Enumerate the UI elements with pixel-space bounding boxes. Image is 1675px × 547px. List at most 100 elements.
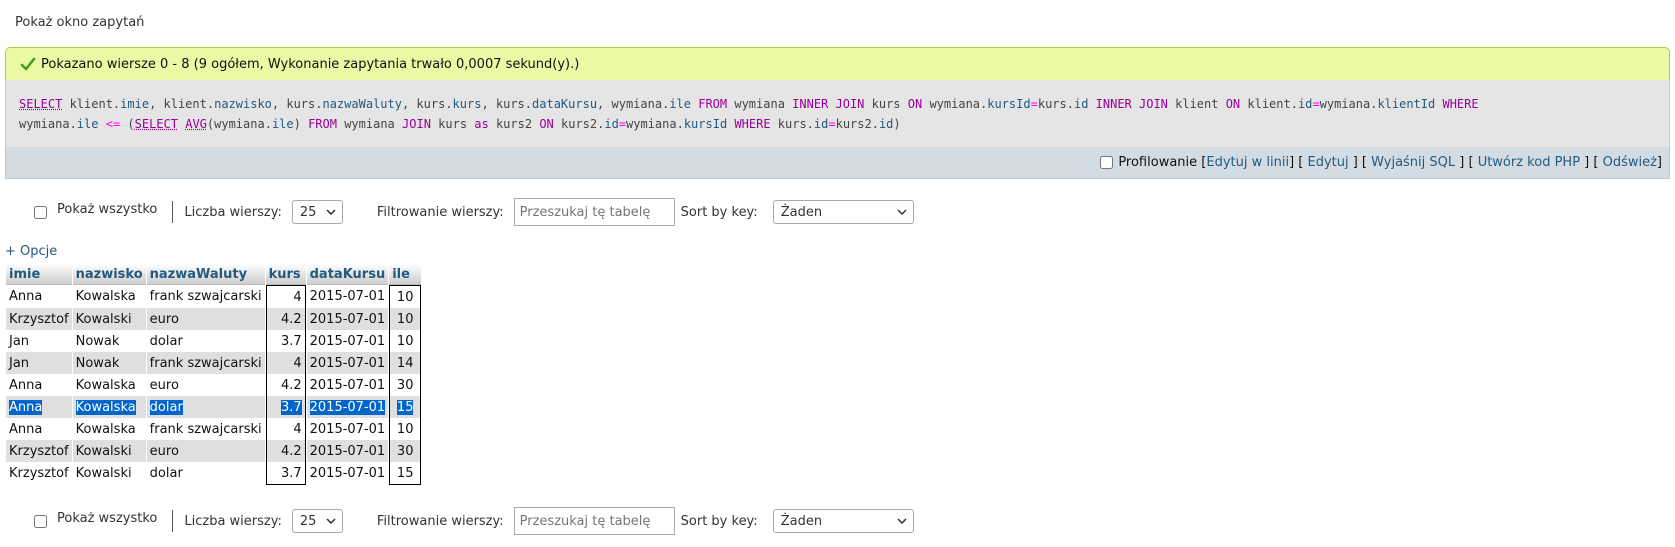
table-cell-nazwisko[interactable]: Kowalski: [72, 440, 146, 462]
options-link[interactable]: + Opcje: [5, 244, 57, 259]
table-row[interactable]: Krzysztof Kowalski dolar 3.7 2015-07-01 15: [6, 462, 422, 485]
explain-sql-link[interactable]: Wyjaśnij SQL: [1371, 155, 1455, 170]
table-cell-kurs[interactable]: 4.2: [265, 308, 306, 330]
column-header-datakursu[interactable]: dataKursu: [306, 264, 389, 285]
table-cell-ile[interactable]: 15: [389, 462, 422, 485]
table-cell-nazwawaluty[interactable]: euro: [146, 440, 265, 462]
table-cell-nazwisko[interactable]: Nowak: [72, 352, 146, 374]
filter-rows-input[interactable]: [513, 198, 675, 226]
rows-count-label: Liczba wierszy:: [184, 513, 282, 529]
table-cell-nazwawaluty[interactable]: euro: [146, 374, 265, 396]
table-cell-datakursu[interactable]: 2015-07-01: [306, 308, 389, 330]
table-cell-kurs[interactable]: 3.7: [265, 396, 306, 418]
show-all-checkbox[interactable]: [34, 205, 47, 219]
table-cell-nazwisko[interactable]: Kowalski: [72, 308, 146, 330]
table-cell-ile[interactable]: 10: [389, 330, 422, 352]
results-table: imie nazwisko nazwaWaluty kurs dataKursu…: [5, 264, 422, 485]
table-cell-ile[interactable]: 10: [389, 285, 422, 308]
create-php-code-link[interactable]: Utwórz kod PHP: [1478, 155, 1580, 170]
table-cell-datakursu[interactable]: 2015-07-01: [306, 440, 389, 462]
sort-by-key-label: Sort by key:: [680, 204, 758, 220]
profiling-checkbox[interactable]: [1100, 156, 1114, 169]
refresh-link[interactable]: Odśwież: [1603, 155, 1657, 170]
show-query-window-link[interactable]: Pokaż okno zapytań: [15, 15, 144, 30]
table-cell-datakursu[interactable]: 2015-07-01: [306, 352, 389, 374]
table-row[interactable]: Krzysztof Kowalski euro 4.2 2015-07-01 30: [6, 440, 422, 462]
column-header-imie[interactable]: imie: [6, 264, 72, 285]
rows-count-label: Liczba wierszy:: [184, 204, 282, 220]
sql-toolbar: Profilowanie [Edytuj w linii] [ Edytuj ]…: [5, 147, 1670, 179]
table-row[interactable]: Jan Nowak frank szwajcarski 4 2015-07-01 14: [6, 352, 422, 374]
table-cell-imie[interactable]: Krzysztof: [6, 440, 72, 462]
table-cell-imie[interactable]: Anna: [6, 374, 72, 396]
table-cell-datakursu[interactable]: 2015-07-01: [306, 462, 389, 485]
table-cell-nazwisko[interactable]: Kowalski: [72, 462, 146, 485]
table-cell-nazwisko[interactable]: Nowak: [72, 330, 146, 352]
table-cell-ile[interactable]: 15: [389, 396, 422, 418]
table-cell-kurs[interactable]: 3.7: [265, 462, 306, 485]
table-cell-ile[interactable]: 14: [389, 352, 422, 374]
column-header-nazwawaluty[interactable]: nazwaWaluty: [146, 264, 265, 285]
filter-rows-label: Filtrowanie wierszy:: [376, 204, 504, 220]
table-cell-nazwisko[interactable]: Kowalska: [72, 285, 146, 308]
table-row[interactable]: Jan Nowak dolar 3.7 2015-07-01 10: [6, 330, 422, 352]
sort-by-key-select[interactable]: Żaden: [772, 200, 914, 224]
table-cell-kurs[interactable]: 4: [265, 418, 306, 440]
table-cell-kurs[interactable]: 4: [265, 285, 306, 308]
navigation-bar-bottom: Pokaż wszystko Liczba wierszy: 25 Filtro…: [30, 506, 914, 536]
column-header-kurs[interactable]: kurs: [265, 264, 306, 285]
table-row[interactable]: Anna Kowalska dolar 3.7 2015-07-01 15: [6, 396, 422, 418]
table-cell-datakursu[interactable]: 2015-07-01: [306, 418, 389, 440]
table-cell-nazwawaluty[interactable]: frank szwajcarski: [146, 352, 265, 374]
table-cell-nazwawaluty[interactable]: frank szwajcarski: [146, 418, 265, 440]
show-all-label: Pokaż wszystko: [57, 510, 158, 526]
column-header-ile[interactable]: ile: [389, 264, 422, 285]
edit-inline-link[interactable]: Edytuj w linii: [1206, 155, 1289, 170]
table-cell-imie[interactable]: Krzysztof: [6, 462, 72, 485]
table-cell-imie[interactable]: Anna: [6, 396, 72, 418]
table-cell-kurs[interactable]: 4: [265, 352, 306, 374]
column-header-nazwisko[interactable]: nazwisko: [72, 264, 146, 285]
table-cell-ile[interactable]: 30: [389, 374, 422, 396]
edit-link[interactable]: Edytuj: [1307, 155, 1348, 170]
table-cell-kurs[interactable]: 3.7: [265, 330, 306, 352]
table-cell-ile[interactable]: 30: [389, 440, 422, 462]
table-cell-ile[interactable]: 10: [389, 418, 422, 440]
table-cell-nazwisko[interactable]: Kowalska: [72, 396, 146, 418]
table-cell-imie[interactable]: Jan: [6, 352, 72, 374]
chevron-down-icon: [897, 518, 907, 524]
table-header-row: imie nazwisko nazwaWaluty kurs dataKursu…: [6, 264, 422, 285]
filter-rows-label: Filtrowanie wierszy:: [376, 513, 504, 529]
rows-count-select[interactable]: 25: [291, 509, 343, 533]
show-all-checkbox[interactable]: [34, 514, 47, 528]
table-cell-nazwawaluty[interactable]: euro: [146, 308, 265, 330]
success-message-bar: Pokazano wiersze 0 - 8 (9 ogółem, Wykona…: [5, 47, 1670, 80]
table-cell-datakursu[interactable]: 2015-07-01: [306, 285, 389, 308]
table-cell-imie[interactable]: Krzysztof: [6, 308, 72, 330]
table-cell-datakursu[interactable]: 2015-07-01: [306, 374, 389, 396]
table-cell-datakursu[interactable]: 2015-07-01: [306, 330, 389, 352]
table-cell-nazwisko[interactable]: Kowalska: [72, 374, 146, 396]
table-cell-nazwisko[interactable]: Kowalska: [72, 418, 146, 440]
filter-rows-input[interactable]: [513, 507, 675, 535]
table-row[interactable]: Krzysztof Kowalski euro 4.2 2015-07-01 10: [6, 308, 422, 330]
table-cell-imie[interactable]: Anna: [6, 285, 72, 308]
table-cell-kurs[interactable]: 4.2: [265, 374, 306, 396]
table-cell-nazwawaluty[interactable]: dolar: [146, 330, 265, 352]
table-cell-ile[interactable]: 10: [389, 308, 422, 330]
table-cell-nazwawaluty[interactable]: dolar: [146, 462, 265, 485]
table-cell-imie[interactable]: Anna: [6, 418, 72, 440]
chevron-down-icon: [326, 518, 336, 524]
chevron-down-icon: [326, 209, 336, 215]
sort-by-key-select[interactable]: Żaden: [772, 509, 914, 533]
navigation-bar-top: Pokaż wszystko Liczba wierszy: 25 Filtro…: [30, 197, 914, 227]
rows-count-select[interactable]: 25: [291, 200, 343, 224]
table-cell-imie[interactable]: Jan: [6, 330, 72, 352]
table-cell-kurs[interactable]: 4.2: [265, 440, 306, 462]
table-row[interactable]: Anna Kowalska euro 4.2 2015-07-01 30: [6, 374, 422, 396]
table-row[interactable]: Anna Kowalska frank szwajcarski 4 2015-07-01…: [6, 285, 422, 308]
table-cell-nazwawaluty[interactable]: frank szwajcarski: [146, 285, 265, 308]
table-cell-nazwawaluty[interactable]: dolar: [146, 396, 265, 418]
table-cell-datakursu[interactable]: 2015-07-01: [306, 396, 389, 418]
table-row[interactable]: Anna Kowalska frank szwajcarski 4 2015-07-01…: [6, 418, 422, 440]
